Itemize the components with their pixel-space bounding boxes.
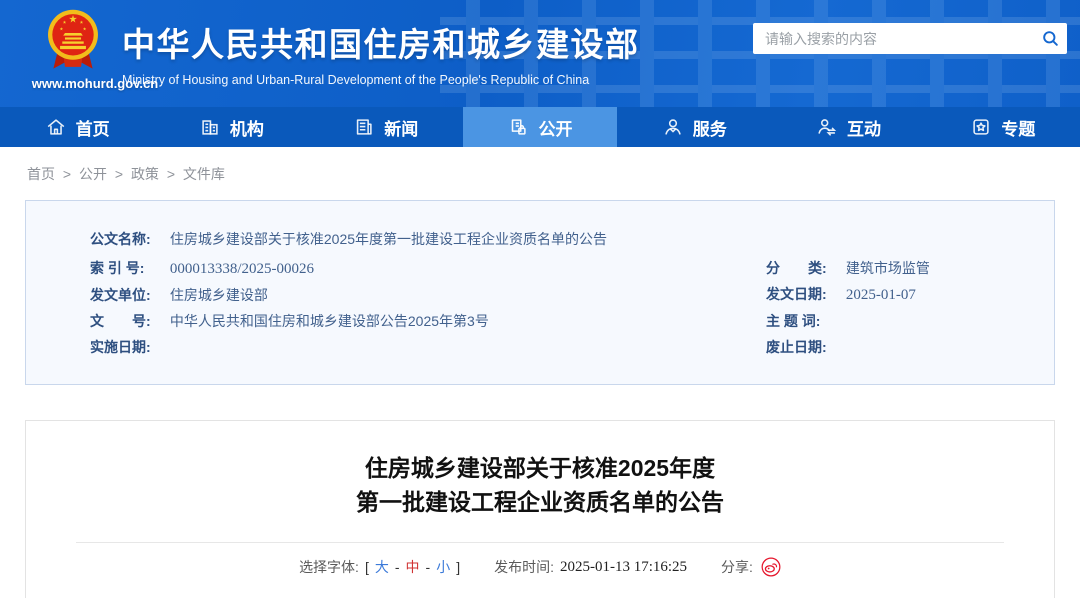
nav-item-news[interactable]: 新闻 bbox=[309, 107, 463, 147]
service-person-icon bbox=[662, 116, 684, 138]
nav-item-disclosure[interactable]: 公开 bbox=[462, 107, 618, 147]
nav-item-home[interactable]: 首页 bbox=[0, 107, 154, 147]
meta-label: 废止日期: bbox=[766, 339, 827, 355]
breadcrumb-separator: > bbox=[114, 166, 124, 182]
meta-label: 实施日期: bbox=[90, 339, 151, 355]
nav-item-label: 机构 bbox=[229, 119, 264, 139]
breadcrumb-disclosure[interactable]: 公开 bbox=[79, 166, 107, 182]
meta-value-issue-date: 2025-01-07 bbox=[845, 287, 916, 303]
meta-label: 索 引 号: bbox=[90, 260, 145, 276]
topic-star-icon bbox=[970, 116, 992, 138]
main-navigation: 首页 机构 新闻 公开 服务 互动 专题 bbox=[0, 107, 1080, 147]
nav-item-topics[interactable]: 专题 bbox=[926, 107, 1080, 147]
china-national-emblem-icon[interactable] bbox=[46, 8, 100, 74]
font-size-small-button[interactable]: 小 bbox=[436, 557, 450, 577]
breadcrumb-separator: > bbox=[166, 166, 176, 182]
disclosure-icon bbox=[507, 116, 529, 138]
font-size-medium-button[interactable]: 中 bbox=[406, 557, 420, 577]
meta-label: 文 号: bbox=[90, 313, 151, 329]
nav-item-label: 首页 bbox=[75, 119, 110, 139]
meta-row-doc-number: 文 号: 中华人民共和国住房和城乡建设部公告2025年第3号 bbox=[90, 308, 766, 334]
meta-label: 发文单位: bbox=[90, 287, 151, 303]
nav-item-interaction[interactable]: 互动 bbox=[771, 107, 925, 147]
font-size-dash: - bbox=[425, 559, 431, 575]
nav-item-organization[interactable]: 机构 bbox=[154, 107, 308, 147]
breadcrumb-separator: > bbox=[62, 166, 72, 182]
meta-value-category: 建筑市场监管 bbox=[845, 260, 930, 276]
font-size-label: 选择字体: bbox=[299, 559, 359, 575]
organization-icon bbox=[199, 116, 221, 138]
nav-item-label: 互动 bbox=[847, 119, 882, 139]
meta-label: 主 题 词: bbox=[766, 313, 821, 329]
meta-label: 发文日期: bbox=[766, 286, 827, 302]
breadcrumb: 首页 > 公开 > 政策 > 文件库 bbox=[0, 147, 1080, 200]
nav-item-label: 专题 bbox=[1001, 119, 1036, 139]
site-title-english: Ministry of Housing and Urban-Rural Deve… bbox=[122, 73, 590, 87]
article-title: 住房城乡建设部关于核准2025年度 第一批建设工程企业资质名单的公告 bbox=[26, 451, 1054, 519]
meta-label: 公文名称: bbox=[90, 231, 151, 247]
document-meta-panel: 公文名称: 住房城乡建设部关于核准2025年度第一批建设工程企业资质名单的公告 … bbox=[25, 200, 1055, 385]
search-box bbox=[753, 23, 1067, 54]
search-icon[interactable] bbox=[1033, 29, 1067, 48]
home-icon bbox=[45, 116, 67, 138]
meta-row-subject-words: 主 题 词: bbox=[766, 308, 930, 334]
nav-item-services[interactable]: 服务 bbox=[617, 107, 771, 147]
news-icon bbox=[353, 116, 375, 138]
meta-value-issuing-unit: 住房城乡建设部 bbox=[169, 287, 268, 303]
meta-row-doc-name: 公文名称: 住房城乡建设部关于核准2025年度第一批建设工程企业资质名单的公告 bbox=[90, 226, 1034, 252]
font-size-bracket-close: ] bbox=[456, 559, 461, 575]
meta-row-index-no: 索 引 号: 000013338/2025-00026 bbox=[90, 255, 766, 282]
meta-row-issue-date: 发文日期: 2025-01-07 bbox=[766, 281, 930, 308]
site-title: 中华人民共和国住房和城乡建设部 bbox=[122, 26, 640, 63]
weibo-share-icon[interactable] bbox=[761, 557, 781, 577]
font-size-dash: - bbox=[394, 559, 400, 575]
nav-item-label: 新闻 bbox=[384, 119, 419, 139]
nav-item-label: 服务 bbox=[692, 119, 727, 139]
search-input[interactable] bbox=[753, 23, 1033, 54]
article-divider bbox=[76, 542, 1004, 543]
share-label: 分享: bbox=[721, 559, 753, 575]
article-title-line1: 住房城乡建设部关于核准2025年度 bbox=[364, 455, 716, 481]
breadcrumb-home[interactable]: 首页 bbox=[27, 166, 55, 182]
site-banner: www.mohurd.gov.cn 中华人民共和国住房和城乡建设部 Minist… bbox=[0, 0, 1080, 107]
article-title-line2: 第一批建设工程企业资质名单的公告 bbox=[356, 489, 724, 515]
article-meta-row: 选择字体: [ 大 - 中 - 小 ] 发布时间: 2025-01-13 17:… bbox=[26, 557, 1054, 577]
meta-value-doc-name: 住房城乡建设部关于核准2025年度第一批建设工程企业资质名单的公告 bbox=[169, 231, 608, 247]
meta-label: 分 类: bbox=[766, 260, 827, 276]
font-size-bracket-open: [ bbox=[364, 559, 369, 575]
meta-row-effective-date: 实施日期: bbox=[90, 334, 766, 360]
publish-time-label: 发布时间: bbox=[494, 559, 554, 575]
meta-value-index-no: 000013338/2025-00026 bbox=[169, 261, 315, 277]
meta-row-repeal-date: 废止日期: bbox=[766, 334, 930, 360]
meta-row-category: 分 类: 建筑市场监管 bbox=[766, 255, 930, 281]
meta-value-doc-number: 中华人民共和国住房和城乡建设部公告2025年第3号 bbox=[169, 313, 489, 329]
nav-item-label: 公开 bbox=[538, 119, 573, 139]
publish-time-value: 2025-01-13 17:16:25 bbox=[559, 558, 688, 575]
meta-row-issuing-unit: 发文单位: 住房城乡建设部 bbox=[90, 282, 766, 308]
interaction-icon bbox=[816, 116, 838, 138]
breadcrumb-library[interactable]: 文件库 bbox=[183, 166, 225, 182]
article-panel: 住房城乡建设部关于核准2025年度 第一批建设工程企业资质名单的公告 选择字体:… bbox=[25, 420, 1055, 598]
font-size-large-button[interactable]: 大 bbox=[375, 557, 389, 577]
breadcrumb-policy[interactable]: 政策 bbox=[131, 166, 159, 182]
